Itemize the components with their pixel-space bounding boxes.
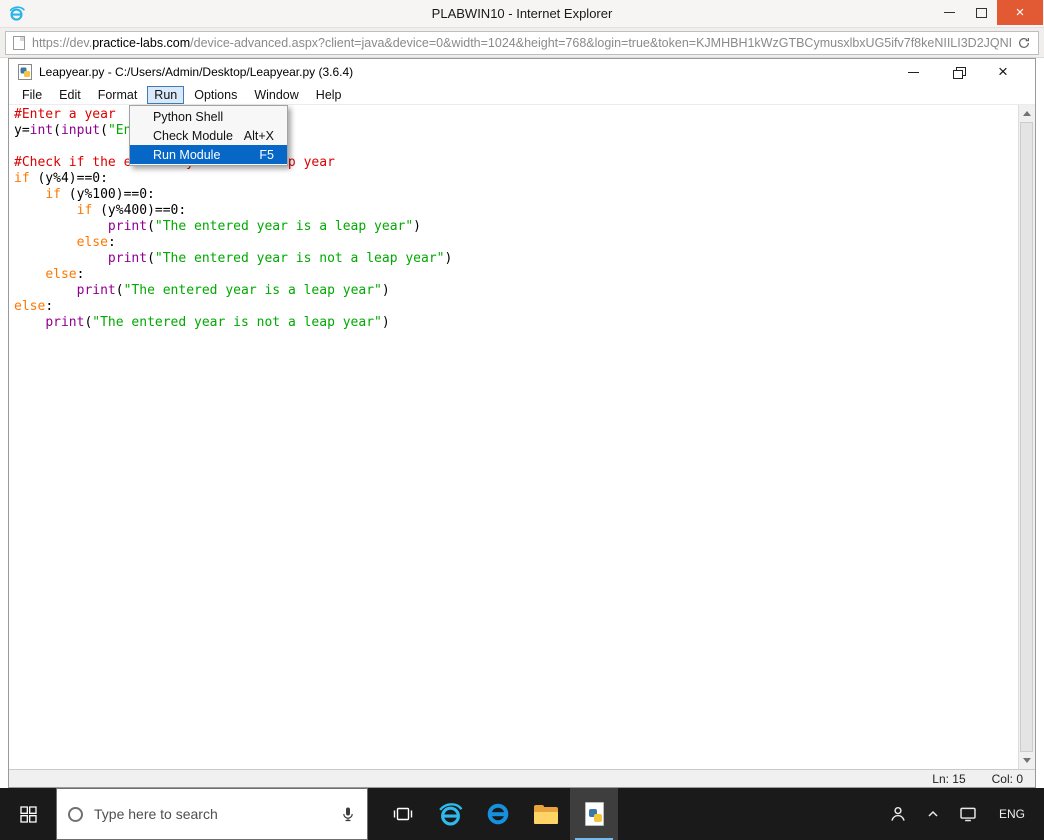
show-hidden-icons-button[interactable] xyxy=(916,788,950,840)
language-indicator[interactable]: ENG xyxy=(986,788,1038,840)
menu-item-label: Check Module xyxy=(153,128,233,143)
taskbar-app-file-explorer[interactable] xyxy=(522,788,570,840)
people-button[interactable] xyxy=(880,788,916,840)
idle-window: Leapyear.py - C:/Users/Admin/Desktop/Lea… xyxy=(8,58,1036,788)
internet-explorer-logo-icon xyxy=(8,5,25,22)
python-file-icon xyxy=(18,64,32,80)
code-line: print("The entered year is not a leap ye… xyxy=(107,251,453,266)
url-text: https://dev.practice-labs.com/device-adv… xyxy=(32,36,1011,50)
minimize-icon xyxy=(943,12,955,13)
code-line: else: xyxy=(45,267,85,282)
code-line: print("The entered year is not a leap ye… xyxy=(45,315,390,330)
idle-titlebar[interactable]: Leapyear.py - C:/Users/Admin/Desktop/Lea… xyxy=(9,59,1035,85)
chevron-up-icon xyxy=(928,810,938,817)
idle-statusbar: Ln: 15 Col: 0 xyxy=(9,769,1035,787)
code-line: else: xyxy=(76,235,116,250)
url-domain: practice-labs.com xyxy=(92,35,191,50)
file-explorer-icon xyxy=(534,804,558,824)
url-scheme: https://dev. xyxy=(32,35,93,50)
idle-minimize-button[interactable] xyxy=(906,65,920,79)
network-icon xyxy=(960,807,976,822)
status-column-number: Col: 0 xyxy=(991,771,1023,786)
menu-run[interactable]: Run xyxy=(147,85,185,104)
ie-maximize-button[interactable] xyxy=(965,0,997,25)
taskbar: ENG xyxy=(0,788,1044,840)
taskbar-app-internet-explorer[interactable] xyxy=(426,788,474,840)
idle-window-title: Leapyear.py - C:/Users/Admin/Desktop/Lea… xyxy=(39,65,354,79)
refresh-icon[interactable] xyxy=(1017,36,1031,50)
scrollbar-thumb[interactable] xyxy=(1020,122,1033,752)
code-line: if (y%4)==0: xyxy=(14,171,108,186)
run-dropdown-menu: Python Shell Check Module Alt+X Run Modu… xyxy=(129,105,288,166)
scroll-down-arrow-icon[interactable] xyxy=(1019,752,1035,769)
menu-options[interactable]: Options xyxy=(187,86,244,104)
idle-restore-button[interactable] xyxy=(951,65,966,79)
taskbar-search[interactable] xyxy=(56,788,368,840)
idle-close-button[interactable]: × xyxy=(996,62,1010,81)
restore-icon xyxy=(952,67,966,79)
people-icon xyxy=(891,806,905,821)
menu-format[interactable]: Format xyxy=(91,86,145,104)
menu-item-label: Python Shell xyxy=(153,109,224,124)
menu-item-shortcut: Alt+X xyxy=(243,128,274,143)
windows-logo-icon xyxy=(19,805,37,823)
status-line-number: Ln: 15 xyxy=(932,771,966,786)
ie-titlebar[interactable]: PLABWIN10 - Internet Explorer × xyxy=(0,0,1044,28)
maximize-icon xyxy=(975,7,987,18)
ie-addressbar: https://dev.practice-labs.com/device-adv… xyxy=(0,28,1044,58)
cortana-icon xyxy=(68,806,83,822)
editor-scrollbar[interactable] xyxy=(1018,105,1035,769)
internet-explorer-icon xyxy=(438,802,462,826)
menu-file[interactable]: File xyxy=(15,86,49,104)
search-input[interactable] xyxy=(94,806,329,822)
code-line: print("The entered year is a leap year") xyxy=(76,283,390,298)
close-icon: × xyxy=(1015,4,1025,21)
scroll-up-arrow-icon[interactable] xyxy=(1019,105,1035,122)
menu-item-shortcut: F5 xyxy=(259,147,274,162)
code-line: if (y%100)==0: xyxy=(45,187,155,202)
ie-close-button[interactable]: × xyxy=(997,0,1043,25)
minimize-icon xyxy=(907,71,919,73)
code-line: if (y%400)==0: xyxy=(76,203,187,218)
page-icon xyxy=(13,35,25,50)
menu-item-check-module[interactable]: Check Module Alt+X xyxy=(130,126,287,145)
code-line: else: xyxy=(14,299,54,314)
task-view-icon xyxy=(393,807,413,821)
menu-help[interactable]: Help xyxy=(309,86,349,104)
close-icon: × xyxy=(998,62,1008,81)
menu-window[interactable]: Window xyxy=(247,86,305,104)
menu-item-run-module[interactable]: Run Module F5 xyxy=(130,145,287,164)
code-line: print("The entered year is a leap year") xyxy=(107,219,421,234)
url-path: /device-advanced.aspx?client=java&device… xyxy=(190,35,1011,50)
address-bar-input[interactable]: https://dev.practice-labs.com/device-adv… xyxy=(5,30,1039,55)
microphone-icon[interactable] xyxy=(340,806,356,822)
system-tray: ENG xyxy=(880,788,1044,840)
menu-item-python-shell[interactable]: Python Shell xyxy=(130,107,287,126)
edge-icon xyxy=(487,803,509,825)
menu-item-label: Run Module xyxy=(153,147,221,162)
idle-editor: #Enter a yeary=int(input("Enter a year: … xyxy=(9,105,1035,769)
ie-window-title: PLABWIN10 - Internet Explorer xyxy=(431,6,613,21)
code-area[interactable]: #Enter a yeary=int(input("Enter a year: … xyxy=(14,107,1017,769)
task-view-button[interactable] xyxy=(380,788,426,840)
python-idle-icon xyxy=(584,802,604,826)
idle-window-controls: × xyxy=(906,62,1010,81)
menu-edit[interactable]: Edit xyxy=(52,86,88,104)
ie-minimize-button[interactable] xyxy=(933,0,965,25)
taskbar-app-edge[interactable] xyxy=(474,788,522,840)
network-button[interactable] xyxy=(950,788,986,840)
ie-window-controls: × xyxy=(933,0,1044,27)
idle-menubar: File Edit Format Run Options Window Help xyxy=(9,85,1035,105)
taskbar-app-python-idle[interactable] xyxy=(570,788,618,840)
start-button[interactable] xyxy=(0,788,56,840)
